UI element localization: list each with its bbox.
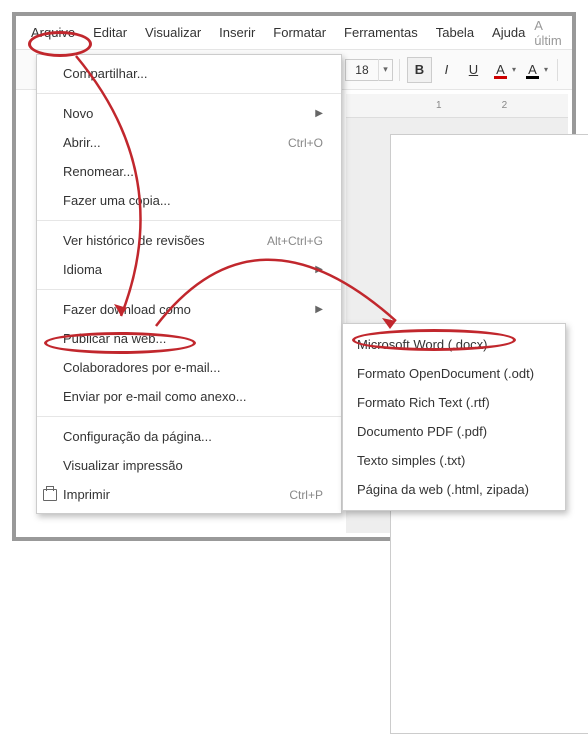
label: Documento PDF (.pdf) — [357, 424, 487, 439]
menu-visualizar[interactable]: Visualizar — [136, 19, 210, 46]
menu-editar[interactable]: Editar — [84, 19, 136, 46]
label: Publicar na web... — [63, 331, 166, 346]
menu-item-share[interactable]: Compartilhar... — [37, 59, 341, 88]
underline-button[interactable]: U — [461, 57, 486, 83]
app-frame: Arquivo Editar Visualizar Inserir Format… — [12, 12, 576, 541]
label: Abrir... — [63, 135, 101, 150]
label: Colaboradores por e-mail... — [63, 360, 221, 375]
menu-item-download-as[interactable]: Fazer download como ▶ — [37, 295, 341, 324]
label: Imprimir — [63, 487, 110, 502]
menu-divider — [37, 416, 341, 417]
menu-item-new[interactable]: Novo ▶ — [37, 99, 341, 128]
menu-arquivo[interactable]: Arquivo — [22, 19, 84, 46]
label: Renomear... — [63, 164, 134, 179]
toolbar-separator — [399, 59, 400, 81]
menu-item-email-attachment[interactable]: Enviar por e-mail como anexo... — [37, 382, 341, 411]
label: Novo — [63, 106, 93, 121]
font-size-dropdown-icon[interactable]: ▾ — [378, 59, 392, 81]
menu-item-email-collaborators[interactable]: Colaboradores por e-mail... — [37, 353, 341, 382]
label: Visualizar impressão — [63, 458, 183, 473]
menu-item-print-preview[interactable]: Visualizar impressão — [37, 451, 341, 480]
ruler-tick: 1 — [436, 100, 442, 111]
font-size-stepper[interactable]: 18 ▾ — [345, 59, 393, 81]
submenu-item-odt[interactable]: Formato OpenDocument (.odt) — [343, 359, 565, 388]
submenu-item-rtf[interactable]: Formato Rich Text (.rtf) — [343, 388, 565, 417]
menu-inserir[interactable]: Inserir — [210, 19, 264, 46]
menu-tabela[interactable]: Tabela — [427, 19, 483, 46]
submenu-item-txt[interactable]: Texto simples (.txt) — [343, 446, 565, 475]
menu-ferramentas[interactable]: Ferramentas — [335, 19, 427, 46]
shortcut: Ctrl+P — [289, 488, 323, 502]
label: Enviar por e-mail como anexo... — [63, 389, 247, 404]
menu-item-publish[interactable]: Publicar na web... — [37, 324, 341, 353]
label: Formato Rich Text (.rtf) — [357, 395, 490, 410]
menu-item-language[interactable]: Idioma ▶ — [37, 255, 341, 284]
submenu-item-pdf[interactable]: Documento PDF (.pdf) — [343, 417, 565, 446]
menu-item-open[interactable]: Abrir... Ctrl+O — [37, 128, 341, 157]
last-edit-text: A últim — [534, 18, 566, 48]
menu-item-page-setup[interactable]: Configuração da página... — [37, 422, 341, 451]
label: Fazer uma cópia... — [63, 193, 171, 208]
label: Fazer download como — [63, 302, 191, 317]
toolbar-separator — [557, 59, 558, 81]
menu-divider — [37, 289, 341, 290]
label: Formato OpenDocument (.odt) — [357, 366, 534, 381]
label: Idioma — [63, 262, 102, 277]
italic-button[interactable]: I — [434, 57, 459, 83]
bold-button[interactable]: B — [407, 57, 432, 83]
text-color-button[interactable]: A — [488, 57, 513, 83]
menu-item-rename[interactable]: Renomear... — [37, 157, 341, 186]
menu-item-print[interactable]: Imprimir Ctrl+P — [37, 480, 341, 509]
download-as-submenu: Microsoft Word (.docx) Formato OpenDocum… — [342, 323, 566, 511]
submenu-arrow-icon: ▶ — [315, 304, 323, 315]
print-icon — [43, 489, 57, 501]
menu-item-revision-history[interactable]: Ver histórico de revisões Alt+Ctrl+G — [37, 226, 341, 255]
label: Compartilhar... — [63, 66, 148, 81]
submenu-item-html[interactable]: Página da web (.html, zipada) — [343, 475, 565, 504]
submenu-item-docx[interactable]: Microsoft Word (.docx) — [343, 330, 565, 359]
ruler: 1 2 — [346, 94, 568, 118]
menubar: Arquivo Editar Visualizar Inserir Format… — [16, 16, 572, 50]
menu-ajuda[interactable]: Ajuda — [483, 19, 534, 46]
font-size-value: 18 — [346, 61, 378, 79]
shortcut: Ctrl+O — [288, 136, 323, 150]
submenu-arrow-icon: ▶ — [315, 108, 323, 119]
menu-item-copy[interactable]: Fazer uma cópia... — [37, 186, 341, 215]
label: Microsoft Word (.docx) — [357, 337, 488, 352]
shortcut: Alt+Ctrl+G — [267, 234, 323, 248]
menu-divider — [37, 93, 341, 94]
menu-formatar[interactable]: Formatar — [264, 19, 335, 46]
highlight-color-button[interactable]: A — [520, 57, 545, 83]
menu-divider — [37, 220, 341, 221]
label: Página da web (.html, zipada) — [357, 482, 529, 497]
label: Ver histórico de revisões — [63, 233, 205, 248]
submenu-arrow-icon: ▶ — [315, 264, 323, 275]
label: Configuração da página... — [63, 429, 212, 444]
file-menu: Compartilhar... Novo ▶ Abrir... Ctrl+O Ren… — [36, 54, 342, 514]
label: Texto simples (.txt) — [357, 453, 465, 468]
ruler-tick: 2 — [502, 100, 508, 111]
